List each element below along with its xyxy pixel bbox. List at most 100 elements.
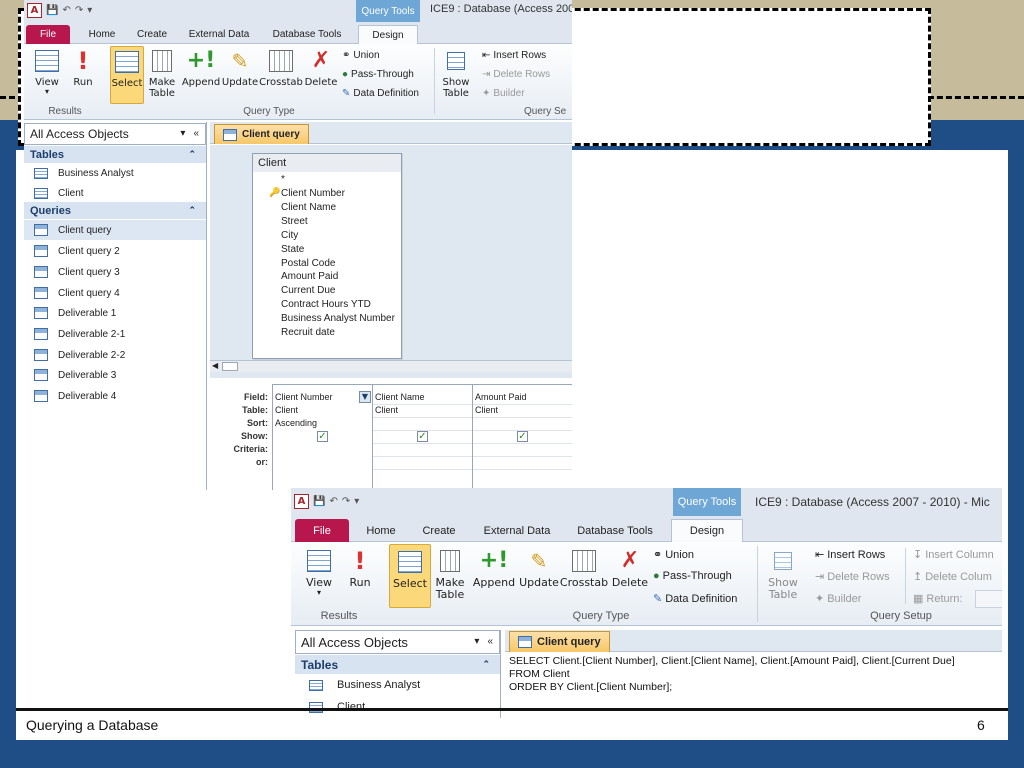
field-dropdown-icon[interactable]: ▼ bbox=[359, 391, 371, 403]
nav-item-client-table[interactable]: Client bbox=[24, 183, 206, 203]
qbe-table-cell[interactable]: Client bbox=[375, 405, 398, 415]
pass-through-button[interactable]: ● Pass-Through bbox=[342, 69, 414, 80]
field-contract-hours[interactable]: Contract Hours YTD bbox=[281, 299, 371, 310]
field-street[interactable]: Street bbox=[281, 216, 308, 227]
qbe-table-cell[interactable]: Client bbox=[275, 405, 298, 415]
nav-item-deliverable-2-2[interactable]: Deliverable 2-2 bbox=[24, 345, 206, 365]
pass-through-button[interactable]: ● Pass-Through bbox=[653, 570, 732, 582]
nav-item-deliverable-3[interactable]: Deliverable 3 bbox=[24, 365, 206, 385]
tab-external-data[interactable]: External Data bbox=[481, 519, 553, 542]
field-business-analyst-number[interactable]: Business Analyst Number bbox=[281, 313, 395, 324]
customize-qat-icon[interactable]: ▾ bbox=[87, 5, 92, 16]
field-city[interactable]: City bbox=[281, 230, 298, 241]
redo-icon[interactable]: ↷ bbox=[75, 5, 83, 16]
field-current-due[interactable]: Current Due bbox=[281, 285, 335, 296]
field-client-number[interactable]: Client Number bbox=[281, 188, 345, 199]
qbe-sort-cell[interactable]: Ascending bbox=[275, 418, 317, 428]
nav-dropdown-icon[interactable]: ▾ bbox=[180, 128, 185, 139]
append-button[interactable]: +! Append bbox=[473, 548, 515, 589]
select-query-button[interactable]: Select bbox=[110, 46, 144, 104]
scroll-thumb[interactable] bbox=[222, 362, 238, 371]
show-checkbox[interactable]: ✓ bbox=[517, 431, 528, 442]
scroll-left-icon[interactable]: ◀ bbox=[212, 361, 218, 370]
access-logo-icon[interactable]: A bbox=[27, 3, 42, 18]
union-button[interactable]: ⚭ Union bbox=[653, 548, 694, 562]
doc-tab-client-query[interactable]: Client query bbox=[214, 124, 309, 144]
crosstab-button[interactable]: Crosstab bbox=[259, 48, 303, 88]
nav-item-deliverable-1[interactable]: Deliverable 1 bbox=[24, 303, 206, 323]
tab-design[interactable]: Design bbox=[671, 519, 743, 542]
data-definition-button[interactable]: ✎ Data Definition bbox=[342, 88, 419, 99]
undo-icon[interactable]: ↶ bbox=[62, 5, 70, 16]
update-button[interactable]: ✎ Update bbox=[222, 48, 258, 88]
pane-splitter[interactable] bbox=[210, 372, 572, 378]
nav-category-queries[interactable]: Queries ⌃ bbox=[24, 202, 206, 219]
save-icon[interactable]: 💾 bbox=[313, 496, 325, 507]
field-all[interactable]: * bbox=[281, 174, 285, 185]
nav-item-client-query-3[interactable]: Client query 3 bbox=[24, 262, 206, 282]
delete-query-button[interactable]: ✗ Delete bbox=[611, 548, 649, 589]
tab-home[interactable]: Home bbox=[82, 25, 122, 44]
qbe-field-cell[interactable]: Amount Paid bbox=[475, 392, 527, 402]
nav-item-business-analyst[interactable]: Business Analyst bbox=[295, 674, 500, 696]
tab-file[interactable]: File bbox=[295, 519, 349, 542]
data-definition-button[interactable]: ✎ Data Definition bbox=[653, 592, 737, 606]
qbe-column-2[interactable]: Client Name Client ✓ bbox=[372, 385, 472, 490]
tab-external-data[interactable]: External Data bbox=[184, 25, 254, 44]
return-input[interactable] bbox=[975, 590, 1002, 608]
update-button[interactable]: ✎ Update bbox=[519, 548, 559, 589]
crosstab-button[interactable]: Crosstab bbox=[560, 548, 608, 589]
tab-create[interactable]: Create bbox=[132, 25, 172, 44]
nav-pane-header[interactable]: All Access Objects ▾ « bbox=[295, 630, 500, 654]
qbe-table-cell[interactable]: Client bbox=[475, 405, 498, 415]
select-query-button[interactable]: Select bbox=[389, 544, 431, 608]
access-logo-icon[interactable]: A bbox=[294, 494, 309, 509]
union-button[interactable]: ⚭ Union bbox=[342, 50, 380, 61]
nav-dropdown-icon[interactable]: ▾ bbox=[474, 636, 479, 647]
nav-category-tables[interactable]: Tables ⌃ bbox=[295, 655, 500, 674]
make-table-button[interactable]: Make Table bbox=[433, 548, 467, 601]
insert-rows-button[interactable]: ⇤ Insert Rows bbox=[815, 548, 885, 562]
qbe-field-cell[interactable]: Client Number bbox=[275, 392, 333, 402]
show-table-button[interactable]: Show Table bbox=[763, 548, 803, 601]
insert-columns-button[interactable]: ↧ Insert Column bbox=[913, 548, 994, 562]
append-button[interactable]: +! Append bbox=[182, 48, 220, 88]
tab-design[interactable]: Design bbox=[358, 25, 418, 44]
nav-pane-header[interactable]: All Access Objects ▾ « bbox=[24, 123, 206, 145]
builder-button[interactable]: ✦ Builder bbox=[482, 88, 525, 99]
customize-qat-icon[interactable]: ▾ bbox=[354, 496, 359, 507]
field-recruit-date[interactable]: Recruit date bbox=[281, 327, 335, 338]
insert-rows-button[interactable]: ⇤ Insert Rows bbox=[482, 50, 546, 61]
client-table-field-list[interactable]: Client * 🔑 Client Number Client Name Str… bbox=[252, 153, 402, 359]
show-checkbox[interactable]: ✓ bbox=[417, 431, 428, 442]
nav-item-client-query-2[interactable]: Client query 2 bbox=[24, 241, 206, 261]
field-state[interactable]: State bbox=[281, 244, 304, 255]
tab-create[interactable]: Create bbox=[419, 519, 459, 542]
show-table-button[interactable]: Show Table bbox=[438, 48, 474, 99]
tab-database-tools[interactable]: Database Tools bbox=[270, 25, 344, 44]
nav-item-client-query[interactable]: Client query bbox=[24, 220, 206, 240]
nav-item-client-table[interactable]: Client bbox=[295, 696, 500, 718]
field-postal-code[interactable]: Postal Code bbox=[281, 258, 335, 269]
run-button[interactable]: ! Run bbox=[345, 548, 375, 589]
field-client-name[interactable]: Client Name bbox=[281, 202, 336, 213]
collapse-pane-icon[interactable]: « bbox=[193, 128, 199, 139]
tab-file[interactable]: File bbox=[26, 25, 70, 44]
doc-tab-client-query[interactable]: Client query bbox=[509, 631, 610, 652]
undo-icon[interactable]: ↶ bbox=[329, 496, 337, 507]
show-checkbox[interactable]: ✓ bbox=[317, 431, 328, 442]
collapse-pane-icon[interactable]: « bbox=[487, 636, 493, 647]
field-amount-paid[interactable]: Amount Paid bbox=[281, 271, 338, 282]
nav-item-client-query-4[interactable]: Client query 4 bbox=[24, 283, 206, 303]
tab-database-tools[interactable]: Database Tools bbox=[575, 519, 655, 542]
tab-home[interactable]: Home bbox=[361, 519, 401, 542]
nav-category-tables[interactable]: Tables ⌃ bbox=[24, 146, 206, 163]
nav-item-deliverable-4[interactable]: Deliverable 4 bbox=[24, 386, 206, 406]
nav-item-business-analyst[interactable]: Business Analyst bbox=[24, 163, 206, 183]
delete-columns-button[interactable]: ↥ Delete Colum bbox=[913, 570, 992, 584]
builder-button[interactable]: ✦ Builder bbox=[815, 592, 861, 606]
run-button[interactable]: ! Run bbox=[68, 48, 98, 88]
delete-rows-button[interactable]: ⇥ Delete Rows bbox=[482, 69, 550, 80]
nav-item-deliverable-2-1[interactable]: Deliverable 2-1 bbox=[24, 324, 206, 344]
delete-query-button[interactable]: ✗ Delete bbox=[304, 48, 338, 88]
